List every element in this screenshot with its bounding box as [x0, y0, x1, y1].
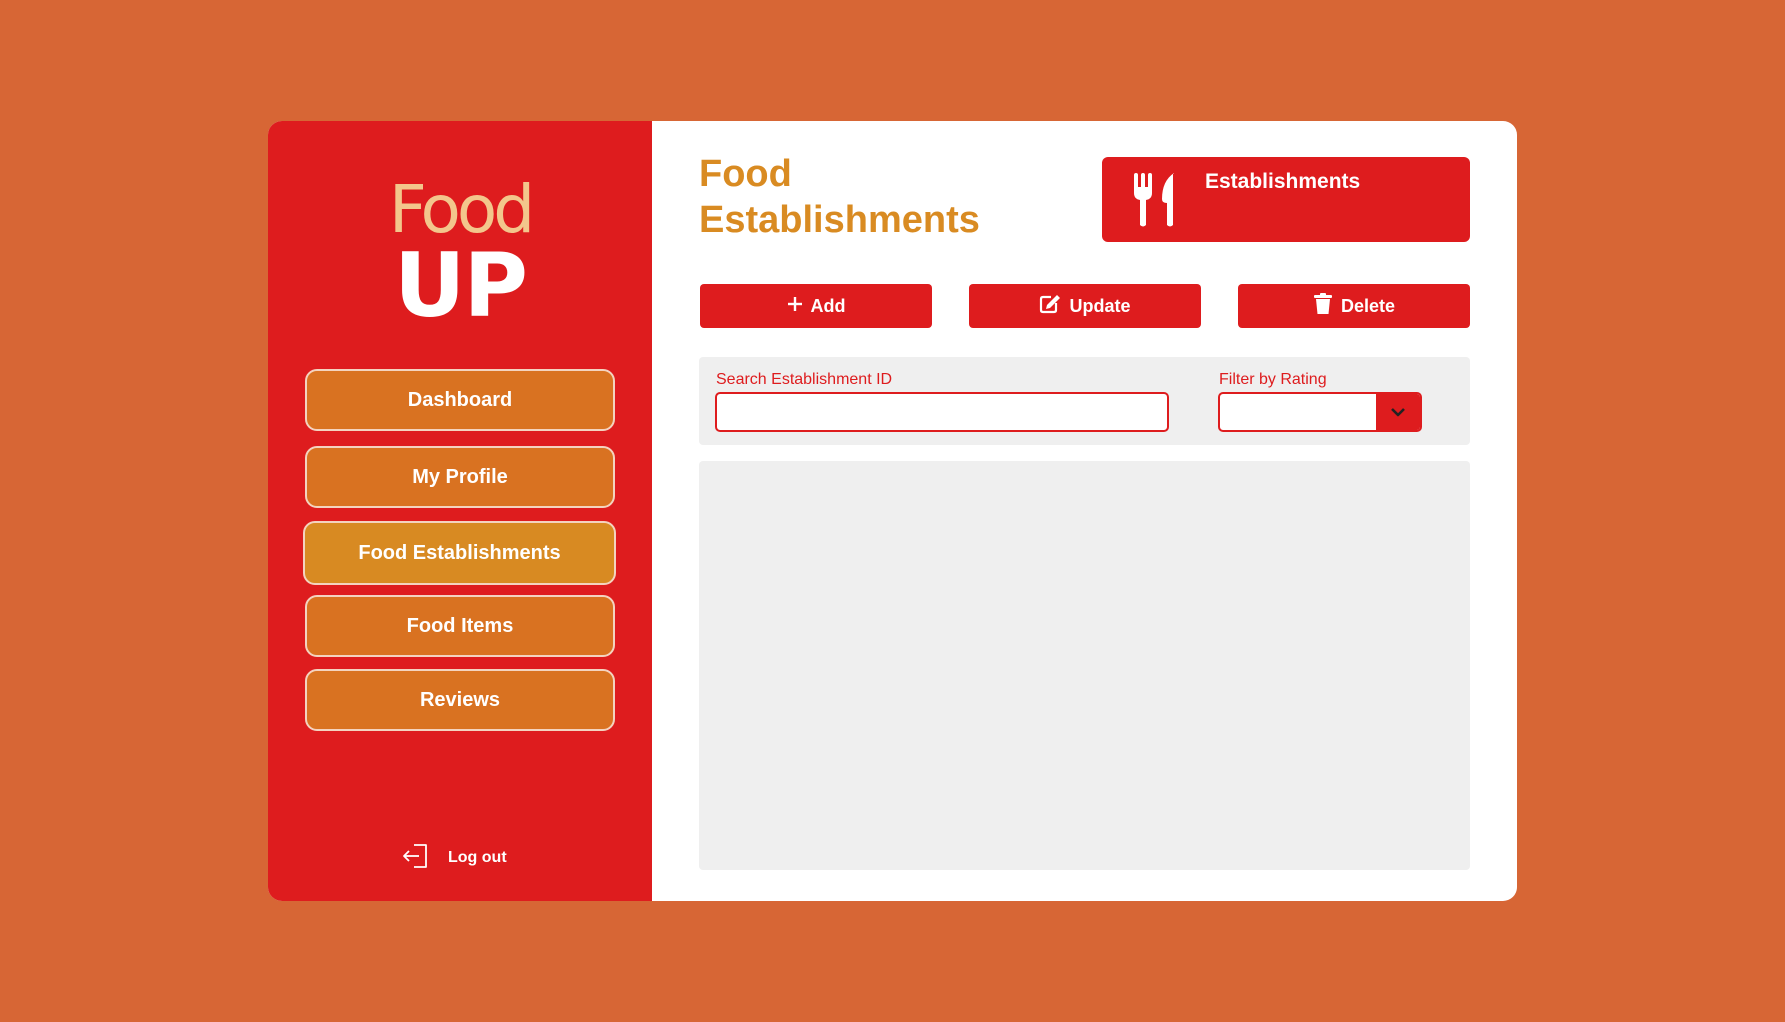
logout-label: Log out: [448, 849, 507, 866]
search-input[interactable]: [715, 392, 1169, 432]
edit-icon: [1039, 294, 1061, 319]
chevron-down-icon[interactable]: [1376, 394, 1420, 430]
establishments-card: Establishments: [1102, 157, 1470, 242]
update-button[interactable]: Update: [969, 284, 1201, 328]
sidebar-item-label: My Profile: [412, 465, 508, 488]
logout-icon: [400, 841, 430, 876]
sidebar-item-food-establishments[interactable]: Food Establishments: [303, 521, 616, 585]
page-title: Food Establishments: [699, 153, 980, 241]
plus-icon: [787, 296, 803, 317]
add-button-label: Add: [810, 295, 846, 316]
establishments-card-label: Establishments: [1205, 170, 1361, 193]
add-button[interactable]: Add: [700, 284, 932, 328]
rating-filter-select[interactable]: [1218, 392, 1422, 432]
sidebar-item-food-items[interactable]: Food Items: [305, 595, 615, 657]
sidebar-item-label: Food Establishments: [358, 541, 561, 564]
search-label: Search Establishment ID: [716, 371, 893, 388]
results-table: [699, 461, 1470, 870]
app-window: Food UP Dashboard My Profile Food Establ…: [268, 121, 1517, 901]
logout-button[interactable]: Log out: [400, 841, 507, 875]
sidebar-item-reviews[interactable]: Reviews: [305, 669, 615, 731]
trash-icon: [1313, 292, 1333, 320]
sidebar-item-label: Reviews: [419, 688, 501, 711]
sidebar-item-label: Dashboard: [407, 388, 513, 411]
delete-button-label: Delete: [1340, 295, 1396, 316]
logo-up-text: UP: [394, 234, 528, 337]
sidebar-item-dashboard[interactable]: Dashboard: [305, 369, 615, 431]
brand-logo: Food UP: [268, 175, 652, 337]
rating-filter-label: Filter by Rating: [1219, 371, 1327, 388]
fork-knife-icon: [1130, 171, 1184, 234]
sidebar-item-my-profile[interactable]: My Profile: [305, 446, 615, 508]
sidebar: Food UP Dashboard My Profile Food Establ…: [268, 121, 652, 901]
update-button-label: Update: [1069, 295, 1131, 316]
sidebar-item-label: Food Items: [406, 614, 514, 637]
delete-button[interactable]: Delete: [1238, 284, 1470, 328]
filter-panel: Search Establishment ID Filter by Rating: [699, 357, 1470, 445]
